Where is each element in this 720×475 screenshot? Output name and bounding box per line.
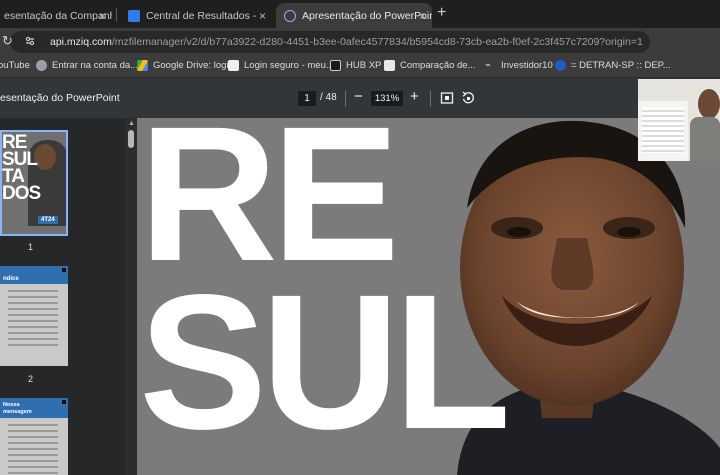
xp-icon bbox=[330, 60, 341, 71]
bookmark-youtube[interactable]: ouTube bbox=[0, 60, 30, 71]
webcam-overlay bbox=[638, 79, 720, 161]
bookmark-hub-xp[interactable]: HUB XP bbox=[330, 60, 381, 71]
thumbnail-page-number: 2 bbox=[28, 374, 34, 384]
detran-icon bbox=[555, 60, 566, 71]
thumbnail-page-number: 1 bbox=[28, 242, 34, 252]
page-icon bbox=[228, 60, 239, 71]
page-number-input[interactable]: 1 bbox=[298, 91, 316, 106]
url-host: api.mziq.com bbox=[50, 36, 112, 48]
tab-strip: esentação da Companhia - × Central de Re… bbox=[0, 0, 720, 28]
scrollbar-thumb[interactable] bbox=[128, 130, 134, 148]
close-tab-icon[interactable]: × bbox=[259, 9, 266, 23]
bookmark-label: = DETRAN-SP :: DEP... bbox=[571, 60, 671, 71]
tab-powerpoint[interactable]: Apresentação do PowerPoint × bbox=[276, 3, 432, 28]
thumb-text-lines bbox=[8, 290, 58, 350]
bookmark-label: Login seguro - meu... bbox=[244, 60, 334, 71]
bookmark-detran[interactable]: = DETRAN-SP :: DEP... bbox=[555, 60, 671, 71]
bookmark-label: Comparação de... bbox=[400, 60, 476, 71]
bookmark-entrar-conta[interactable]: Entrar na conta da... bbox=[36, 60, 138, 71]
close-tab-icon[interactable]: × bbox=[419, 9, 426, 23]
tab-title: Apresentação do PowerPoint bbox=[302, 9, 432, 22]
thumb-tag: 4T24 bbox=[38, 216, 58, 224]
pdf-page-view[interactable]: RE SUL bbox=[137, 118, 720, 475]
doc-favicon-icon bbox=[128, 9, 140, 22]
url-text: api.mziq.com/mzfilemanager/v2/d/b77a3922… bbox=[50, 36, 643, 48]
bookmark-investidor10[interactable]: ⌁ Investidor10 bbox=[485, 60, 553, 71]
bookmark-comparacao[interactable]: Comparação de... bbox=[384, 60, 476, 71]
bookmark-google-drive[interactable]: Google Drive: login bbox=[137, 60, 234, 71]
close-tab-icon[interactable]: × bbox=[99, 9, 106, 23]
page-icon bbox=[384, 60, 395, 71]
thumb-text-lines bbox=[8, 424, 58, 474]
pdf-toolbar: esentação do PowerPoint 1 / 48 − 131% + bbox=[0, 78, 720, 118]
slide-headline-line2: SUL bbox=[139, 254, 511, 469]
webcam-person-body bbox=[690, 117, 720, 161]
tab-central-resultados[interactable]: Central de Resultados - Porto S × bbox=[120, 3, 272, 28]
tab-company-presentation[interactable]: esentação da Companhia - × bbox=[0, 3, 112, 28]
new-tab-button[interactable]: + bbox=[437, 4, 446, 22]
tab-title: esentação da Companhia - bbox=[4, 9, 112, 22]
address-bar[interactable]: ↻ api.mziq.com/mzfilemanager/v2/d/b77a39… bbox=[2, 31, 650, 53]
webcam-person-head bbox=[698, 89, 720, 119]
url-path: /mzfilemanager/v2/d/b77a3922-d280-4451-b… bbox=[111, 36, 643, 48]
site-info-icon[interactable] bbox=[24, 35, 36, 47]
scroll-up-icon[interactable]: ▲ bbox=[128, 120, 135, 127]
sidebar-scrollbar[interactable]: ▲ bbox=[125, 118, 137, 475]
thumb-header-text: ndice bbox=[3, 276, 19, 282]
thumbnail-page-2[interactable]: ndice bbox=[0, 266, 68, 366]
tab-title: Central de Resultados - Porto S bbox=[146, 9, 256, 22]
bookmark-label: Investidor10 bbox=[501, 60, 553, 71]
thumbnail-page-3[interactable]: Nossa mensagem bbox=[0, 398, 68, 475]
thumb-line: DOS bbox=[2, 183, 41, 204]
globe-icon bbox=[36, 60, 47, 71]
bookmark-label: HUB XP bbox=[346, 60, 382, 71]
bookmark-label: ouTube bbox=[0, 60, 30, 71]
browser-toolbar: ↻ api.mziq.com/mzfilemanager/v2/d/b77a39… bbox=[0, 28, 720, 56]
bookmark-label: Entrar na conta da... bbox=[52, 60, 139, 71]
bookmarks-bar: ouTube Entrar na conta da... Google Driv… bbox=[0, 56, 720, 78]
zoom-out-button[interactable]: − bbox=[354, 88, 363, 105]
thumb-header-text: mensagem bbox=[3, 409, 32, 415]
bookmark-label: Google Drive: login bbox=[153, 60, 234, 71]
thumbnail-page-1[interactable]: RE SUL TA DOS 4T24 bbox=[0, 130, 68, 236]
globe-icon bbox=[284, 9, 296, 22]
zoom-level-input[interactable]: 131% bbox=[371, 91, 403, 106]
document-title: esentação do PowerPoint bbox=[0, 92, 120, 104]
reload-icon[interactable]: ↻ bbox=[2, 33, 13, 49]
thumb-header-bar bbox=[0, 398, 68, 418]
rotate-icon[interactable] bbox=[461, 91, 475, 105]
page-total: / 48 bbox=[320, 92, 337, 103]
thumb-header-text: Nossa bbox=[3, 402, 20, 408]
google-drive-icon bbox=[137, 60, 148, 71]
chart-icon: ⌁ bbox=[485, 60, 492, 71]
thumbnail-sidebar: RE SUL TA DOS 4T24 1 ndice 2 Nossa mensa… bbox=[0, 118, 125, 475]
zoom-in-button[interactable]: + bbox=[410, 88, 419, 105]
bookmark-login-seguro[interactable]: Login seguro - meu... bbox=[228, 60, 334, 71]
fit-page-icon[interactable] bbox=[440, 91, 454, 105]
window-blinds-slats bbox=[642, 107, 684, 153]
thumb-mark bbox=[62, 268, 66, 272]
thumb-mark bbox=[62, 400, 66, 404]
thumb-slide-text: RE SUL TA DOS bbox=[2, 133, 41, 204]
